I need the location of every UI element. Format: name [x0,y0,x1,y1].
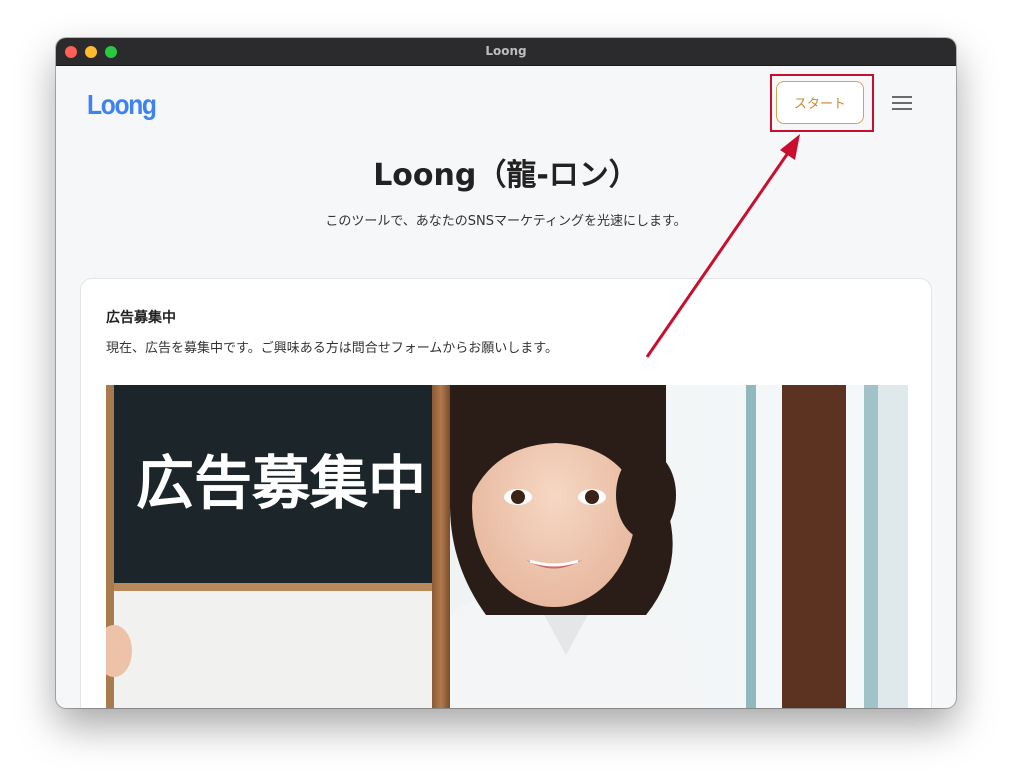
annotation-arrow [645,134,800,358]
